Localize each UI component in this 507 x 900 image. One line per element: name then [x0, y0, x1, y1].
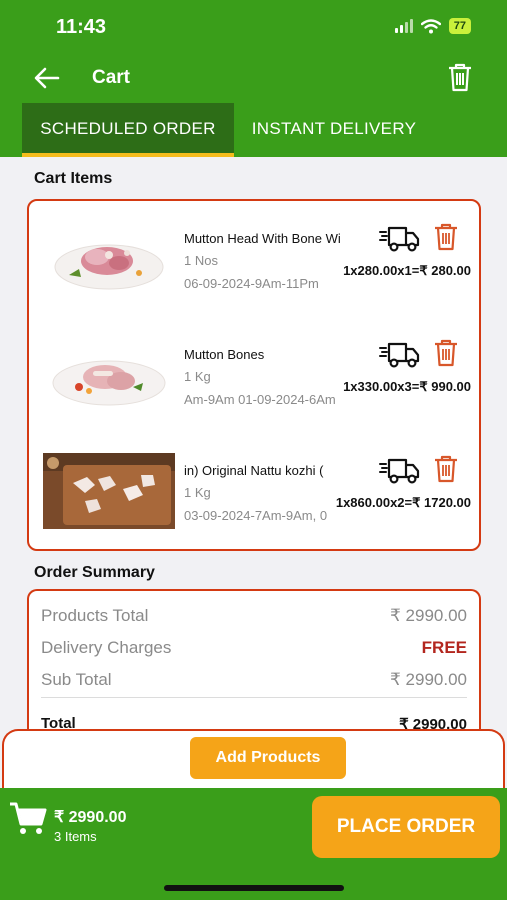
- item-price: 1x860.00x2=₹ 1720.00: [335, 495, 471, 510]
- truck-icon: [379, 458, 420, 484]
- product-image-mutton-head: [49, 223, 169, 297]
- add-products-panel: Add Products: [2, 729, 505, 793]
- wifi-icon: [420, 18, 441, 33]
- item-delivery-slot: Am-9Am 01-09-2024-6Am: [184, 392, 336, 407]
- status-icons: 77: [394, 18, 471, 34]
- delivery-charges-label: Delivery Charges: [41, 638, 172, 657]
- delete-item-icon[interactable]: [433, 338, 459, 368]
- order-type-tabs: SCHEDULED ORDER INSTANT DELIVERY: [0, 103, 507, 157]
- tab-scheduled-order[interactable]: SCHEDULED ORDER: [22, 103, 234, 157]
- app-header: Cart: [0, 55, 507, 103]
- cart-item-count: 3 Items: [54, 829, 97, 844]
- subtotal-row: Sub Total ₹ 2990.00: [41, 670, 467, 690]
- truck-icon: [379, 226, 420, 252]
- item-name: Mutton Head With Bone Wi: [184, 231, 341, 246]
- cart-item[interactable]: in) Original Nattu kozhi ( 1 Kg 03-09-20…: [29, 441, 479, 549]
- order-summary: Products Total ₹ 2990.00 Delivery Charge…: [27, 589, 481, 739]
- products-total-row: Products Total ₹ 2990.00: [41, 606, 467, 626]
- summary-divider: [41, 697, 467, 698]
- item-name: in) Original Nattu kozhi (: [184, 463, 324, 478]
- truck-icon: [379, 342, 420, 368]
- item-delivery-slot: 06-09-2024-9Am-11Pm: [184, 276, 319, 291]
- item-price: 1x330.00x3=₹ 990.00: [343, 379, 471, 394]
- add-products-button[interactable]: Add Products: [190, 737, 346, 779]
- item-quantity: 1 Nos: [184, 253, 218, 268]
- tab-instant-delivery[interactable]: INSTANT DELIVERY: [234, 103, 434, 157]
- delivery-charges-value: FREE: [421, 638, 467, 657]
- place-order-button[interactable]: PLACE ORDER: [312, 796, 500, 858]
- cart-item[interactable]: Mutton Head With Bone Wi 1 Nos 06-09-202…: [29, 209, 479, 325]
- products-total-value: ₹ 2990.00: [390, 606, 467, 625]
- checkout-bar: ₹ 2990.00 3 Items PLACE ORDER: [0, 788, 507, 900]
- page-title: Cart: [92, 67, 131, 88]
- status-time: 11:43: [56, 16, 107, 38]
- battery-icon: 77: [448, 18, 471, 34]
- back-arrow-icon[interactable]: [32, 65, 62, 91]
- delete-item-icon[interactable]: [433, 222, 459, 252]
- product-image-nattu-kozhi: [43, 453, 175, 529]
- item-quantity: 1 Kg: [184, 485, 211, 500]
- cart-items-title: Cart Items: [34, 170, 113, 187]
- delete-item-icon[interactable]: [433, 454, 459, 484]
- cart-icon[interactable]: [8, 800, 48, 836]
- status-bar: 11:43 77: [0, 0, 507, 55]
- item-price: 1x280.00x1=₹ 280.00: [343, 263, 471, 278]
- trash-icon[interactable]: [445, 61, 475, 93]
- subtotal-label: Sub Total: [41, 670, 112, 689]
- home-indicator[interactable]: [164, 885, 344, 891]
- item-name: Mutton Bones: [184, 347, 265, 362]
- product-image-mutton-bones: [49, 339, 169, 413]
- cart-total-amount: ₹ 2990.00: [54, 809, 127, 826]
- order-summary-title: Order Summary: [34, 564, 155, 581]
- cart-item[interactable]: Mutton Bones 1 Kg Am-9Am 01-09-2024-6Am …: [29, 325, 479, 441]
- cart-items-list: Mutton Head With Bone Wi 1 Nos 06-09-202…: [27, 199, 481, 551]
- subtotal-value: ₹ 2990.00: [390, 670, 467, 689]
- delivery-charges-row: Delivery Charges FREE: [41, 638, 467, 658]
- signal-icon: [394, 19, 413, 33]
- item-quantity: 1 Kg: [184, 369, 211, 384]
- products-total-label: Products Total: [41, 606, 149, 625]
